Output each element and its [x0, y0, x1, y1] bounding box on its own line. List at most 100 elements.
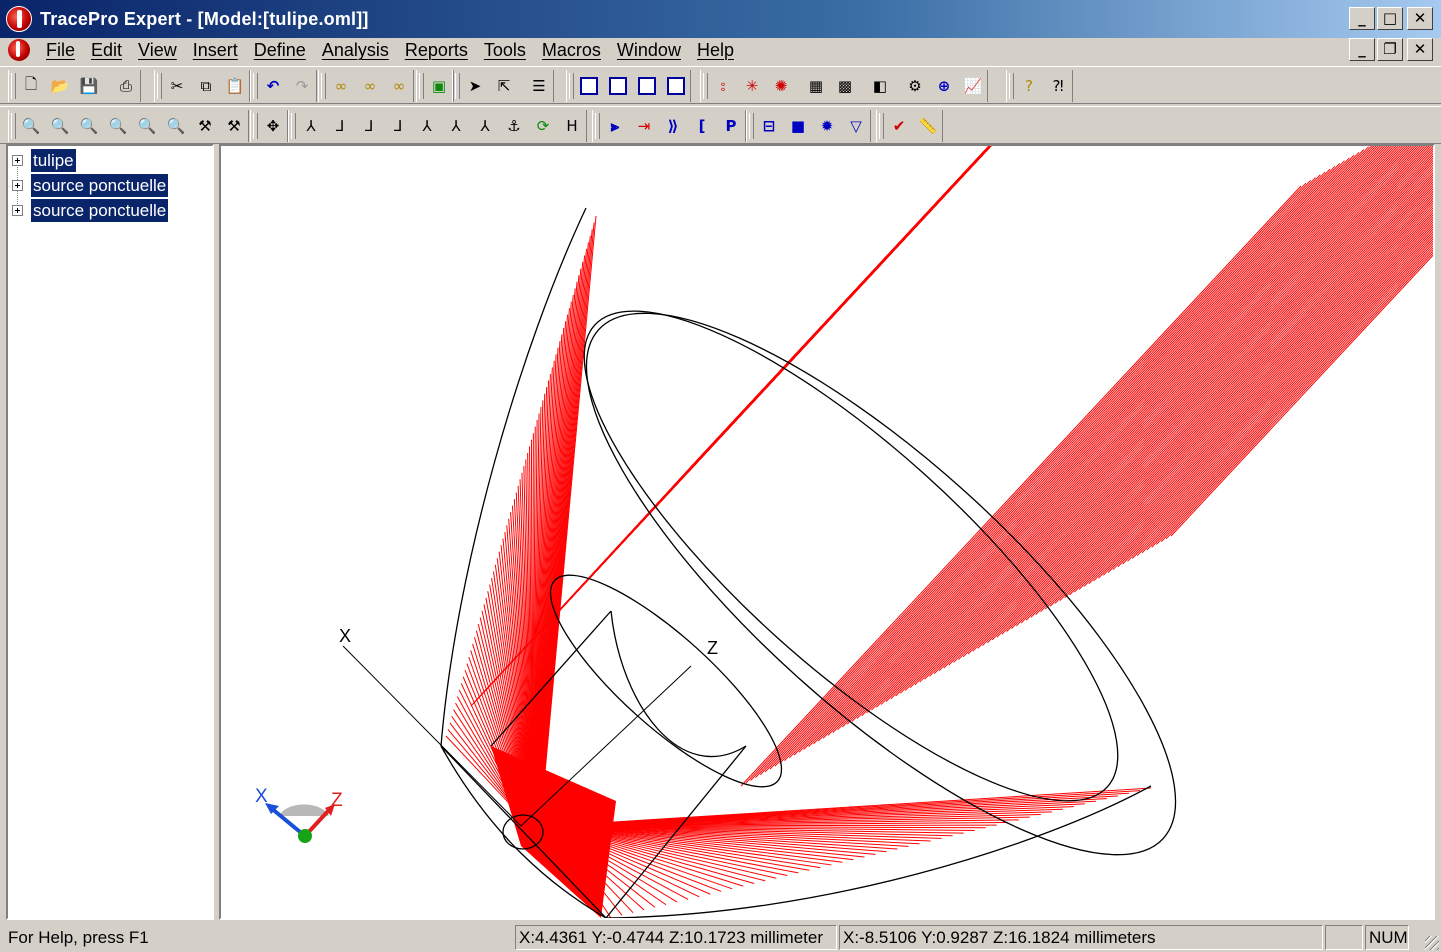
view-xz-icon[interactable]: ⅃	[355, 112, 383, 140]
check-icon[interactable]: ✔	[885, 112, 913, 140]
menu-window[interactable]: Window	[609, 38, 689, 62]
tree-item-label[interactable]: tulipe	[31, 148, 76, 172]
tracepro-logo-icon[interactable]	[6, 6, 32, 32]
model-tree-pane[interactable]: tulipe source ponctuelle source ponctuel…	[6, 144, 214, 920]
print-icon[interactable]: ⎙	[112, 72, 140, 100]
view-iso-icon[interactable]: ⅄	[471, 112, 499, 140]
doc-restore-button[interactable]: ❐	[1377, 38, 1403, 61]
tree-item-label[interactable]: source ponctuelle	[31, 173, 169, 197]
minimize-button[interactable]: _	[1349, 7, 1375, 30]
redo-icon[interactable]: ↷	[288, 72, 316, 100]
source-ray-cluster	[491, 746, 616, 918]
orientation-toolbar-group: ⅄ ⅃ ⅃ ⅃ ⅄ ⅄ ⅄ ⚓ ⟳ H	[288, 110, 587, 142]
view-zx-icon[interactable]: ⅄	[442, 112, 470, 140]
boolean-subtract-icon[interactable]: ∞	[385, 72, 413, 100]
notes-icon[interactable]: ☰	[525, 72, 553, 100]
open-folder-icon[interactable]: 📂	[46, 72, 74, 100]
boolean-intersect-icon[interactable]: ∞	[356, 72, 384, 100]
menu-reports[interactable]: Reports	[397, 38, 476, 62]
rotate-icon[interactable]: ⟳	[529, 112, 557, 140]
menu-analysis[interactable]: Analysis	[314, 38, 397, 62]
maximize-button[interactable]: □	[1377, 7, 1403, 30]
new-file-icon[interactable]: 🗋	[17, 72, 45, 100]
window-single-icon[interactable]	[575, 72, 603, 100]
paste-icon[interactable]: 📋	[221, 72, 249, 100]
ruler-icon[interactable]: 📏	[914, 112, 942, 140]
select-surface-icon[interactable]: ⇱	[490, 72, 518, 100]
expand-icon[interactable]	[12, 179, 23, 191]
model-3d-viewport[interactable]: X Z X Z	[219, 144, 1435, 920]
cut-icon[interactable]: ✂	[163, 72, 191, 100]
tree-item-source-1[interactable]: source ponctuelle	[12, 173, 169, 197]
help-icon[interactable]: ?	[1015, 72, 1043, 100]
tree-item-tulipe[interactable]: tulipe	[12, 148, 76, 172]
view-reset-icon[interactable]: ⚒	[220, 112, 248, 140]
document-menu-icon[interactable]	[8, 39, 30, 61]
surface-icon[interactable]: ⊟	[755, 112, 783, 140]
window-cascade-icon[interactable]	[604, 72, 632, 100]
undo-icon[interactable]: ↶	[259, 72, 287, 100]
menu-edit[interactable]: Edit	[83, 38, 130, 62]
window-tile-horizontal-icon[interactable]	[633, 72, 661, 100]
menu-define[interactable]: Define	[246, 38, 314, 62]
select-arrow-icon[interactable]: ➤	[461, 72, 489, 100]
chart-icon[interactable]: 📈	[959, 72, 987, 100]
zoom-out-icon[interactable]: 🔍	[46, 112, 74, 140]
property-icon[interactable]: P	[717, 112, 745, 140]
view-yz-icon[interactable]: ⅃	[326, 112, 354, 140]
menu-help[interactable]: Help	[689, 38, 742, 62]
grid-table-icon[interactable]: ▦	[802, 72, 830, 100]
menu-insert[interactable]: Insert	[185, 38, 246, 62]
tree-item-source-2[interactable]: source ponctuelle	[12, 198, 169, 222]
view-zy-icon[interactable]: ⅄	[413, 112, 441, 140]
trace-to-icon[interactable]: ⇥	[630, 112, 658, 140]
resize-grip-icon[interactable]	[1425, 936, 1439, 950]
view-dimetric-icon[interactable]: ⚓	[500, 112, 528, 140]
view-options-icon[interactable]: ⚒	[191, 112, 219, 140]
zoom-all-icon[interactable]: 🔍	[133, 112, 161, 140]
copy-icon[interactable]: ⧉	[192, 72, 220, 100]
triad-label-z: Z	[331, 790, 343, 811]
window-tile-vertical-icon[interactable]	[662, 72, 690, 100]
context-help-icon[interactable]: ⁈	[1044, 72, 1072, 100]
document-window-controls: _ ❐ ✕	[1349, 38, 1433, 61]
solid-object-icon[interactable]: ▣	[425, 72, 453, 100]
trace-project-icon[interactable]: ⟫	[659, 112, 687, 140]
bracket-icon[interactable]: [	[688, 112, 716, 140]
source-icon[interactable]: ✳	[738, 72, 766, 100]
menu-file[interactable]: File	[38, 38, 83, 62]
hidden-line-icon[interactable]: H	[558, 112, 586, 140]
menu-view[interactable]: View	[130, 38, 185, 62]
close-button[interactable]: ✕	[1407, 7, 1433, 30]
raytrace-new-icon[interactable]: ✺	[767, 72, 795, 100]
save-icon[interactable]: 💾	[75, 72, 103, 100]
doc-close-button[interactable]: ✕	[1407, 38, 1433, 61]
settings-icon[interactable]: ⚙	[901, 72, 929, 100]
pan-icon[interactable]: ✥	[259, 112, 287, 140]
close-icon: ✕	[1413, 40, 1427, 58]
view-xy-icon[interactable]: ⅄	[297, 112, 325, 140]
cone-icon[interactable]: ▽	[842, 112, 870, 140]
raytrace-icon[interactable]: ⦂	[709, 72, 737, 100]
target-icon[interactable]: ⊕	[930, 72, 958, 100]
trace-forward-icon[interactable]: ⫸	[601, 112, 629, 140]
doc-minimize-button[interactable]: _	[1349, 38, 1375, 61]
tree-item-label[interactable]: source ponctuelle	[31, 198, 169, 222]
solid-icon[interactable]: ■	[784, 112, 812, 140]
map-icon[interactable]: ▩	[831, 72, 859, 100]
zoom-window-icon[interactable]: 🔍	[75, 112, 103, 140]
expand-icon[interactable]	[12, 154, 23, 166]
menu-macros[interactable]: Macros	[534, 38, 609, 62]
report-icon[interactable]: ◧	[866, 72, 894, 100]
zoom-fit-icon[interactable]: 🔍	[104, 112, 132, 140]
undo-toolbar-group: ↶ ↷	[250, 70, 317, 102]
expand-icon[interactable]	[12, 204, 23, 216]
minimize-icon: _	[1358, 9, 1366, 27]
window-controls: _ □ ✕	[1349, 7, 1433, 30]
menu-tools[interactable]: Tools	[476, 38, 534, 62]
sphere-icon[interactable]: ✹	[813, 112, 841, 140]
zoom-in-icon[interactable]: 🔍	[17, 112, 45, 140]
boolean-union-icon[interactable]: ∞	[327, 72, 355, 100]
view-yx-icon[interactable]: ⅃	[384, 112, 412, 140]
zoom-previous-icon[interactable]: 🔍	[162, 112, 190, 140]
